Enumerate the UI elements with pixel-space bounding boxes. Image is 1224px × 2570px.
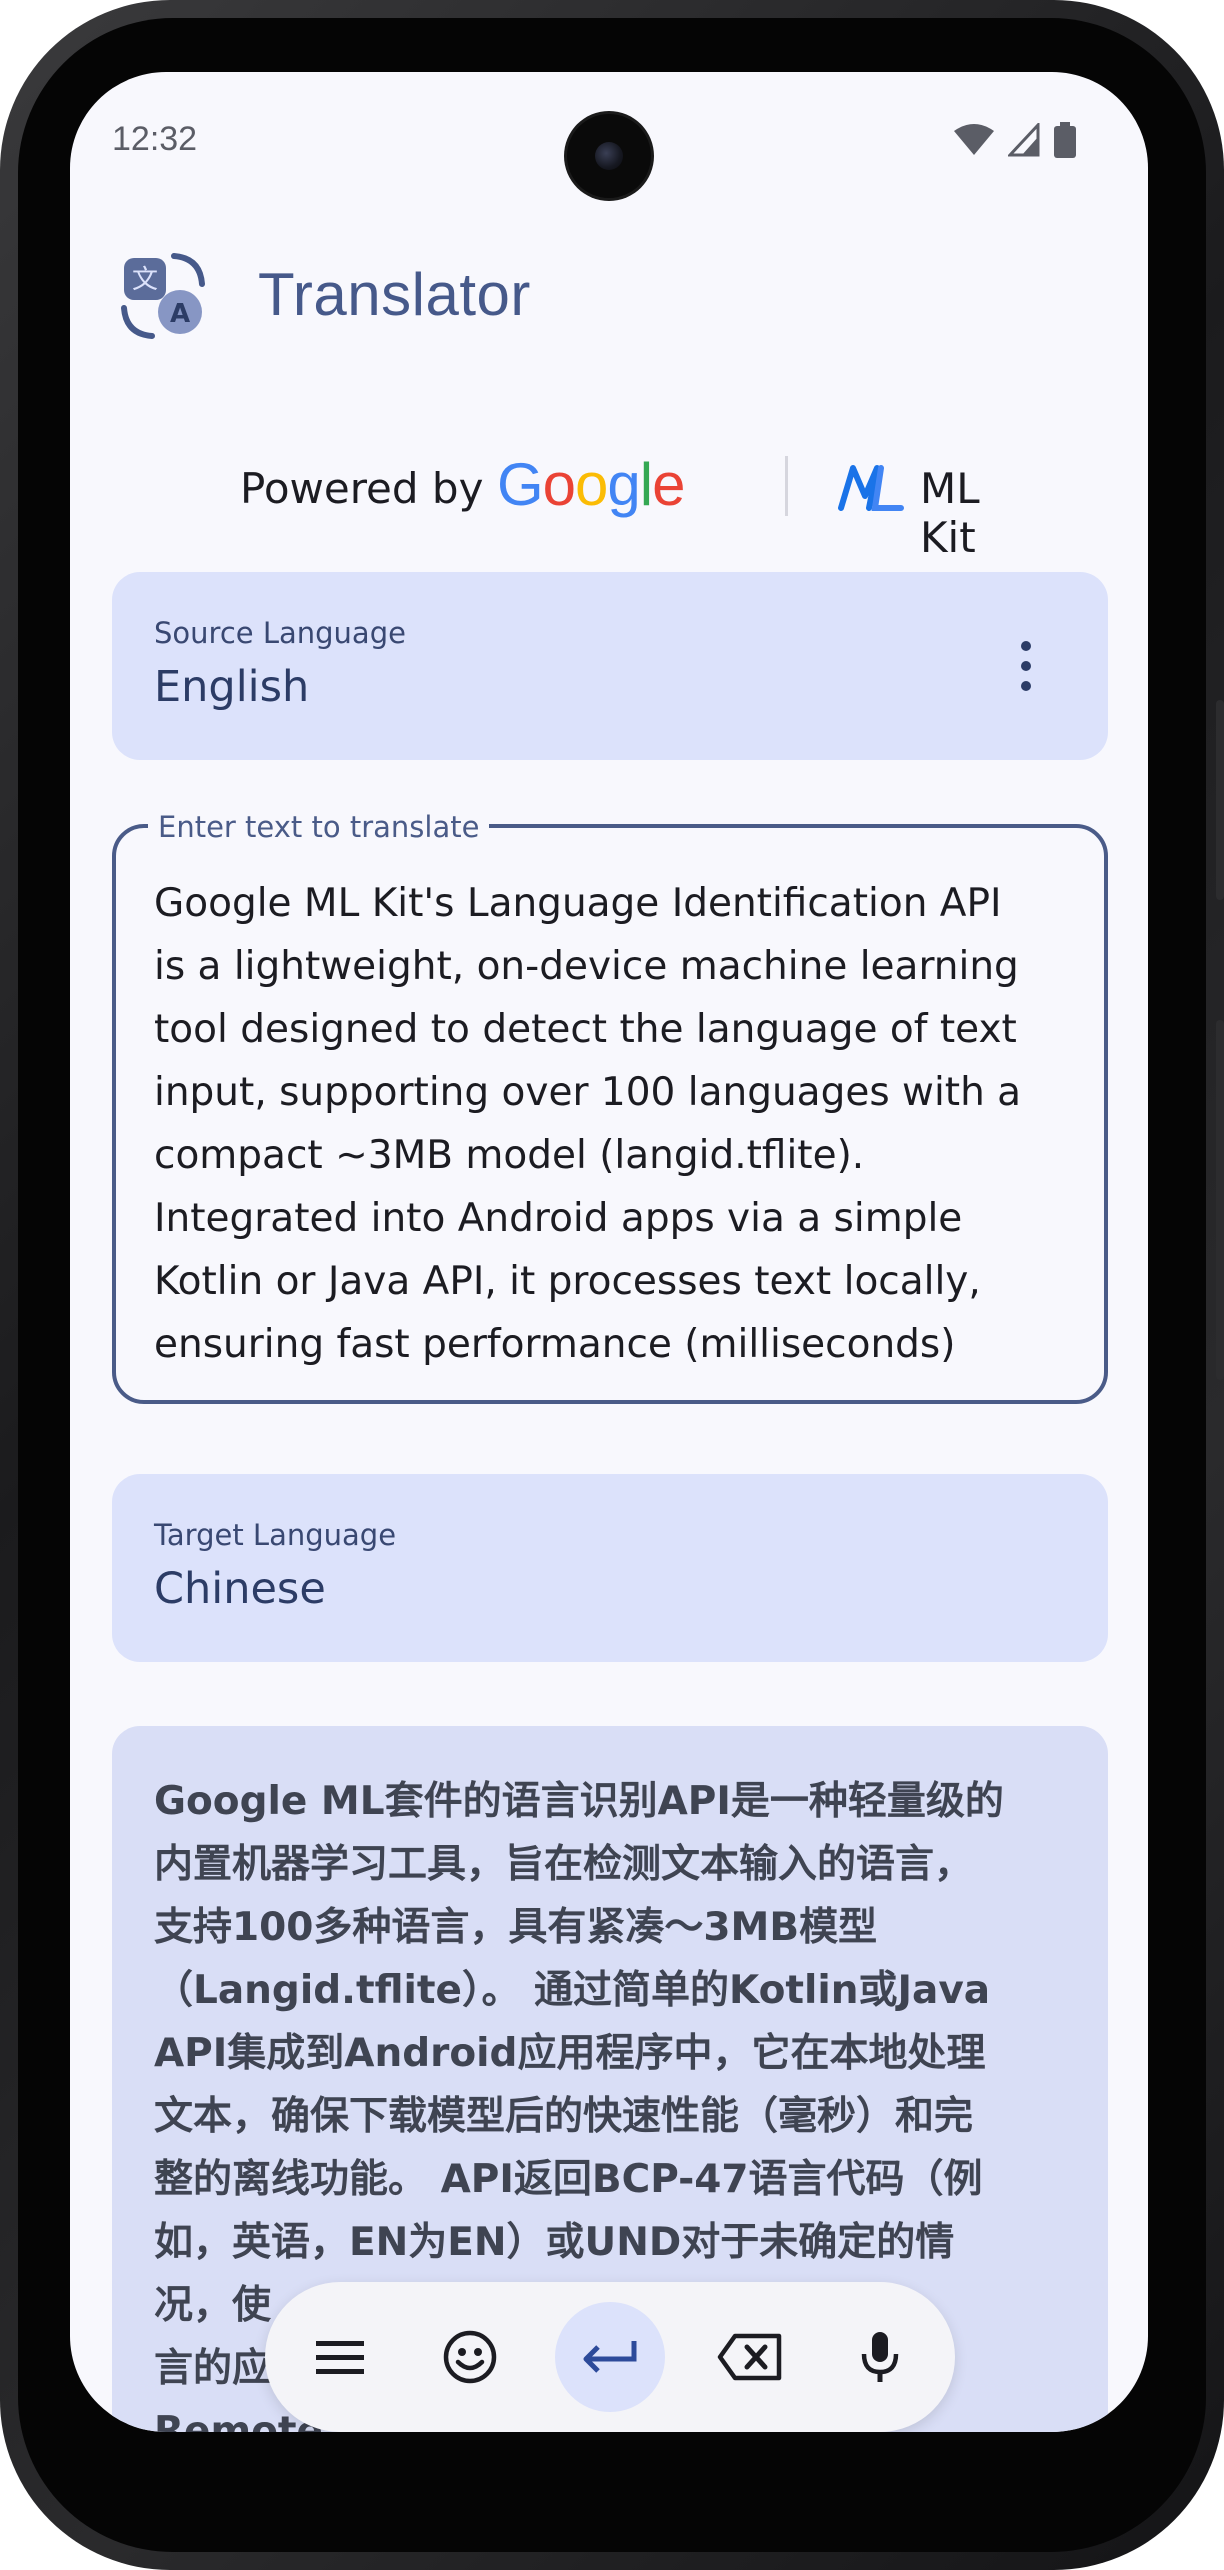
- input-line: Kotlin or Java API, it processes text lo…: [154, 1259, 981, 1304]
- keyboard-toolbar: [265, 2282, 955, 2432]
- source-language-label: Source Language: [154, 616, 406, 650]
- battery-icon: [1054, 122, 1076, 158]
- svg-text:文: 文: [132, 265, 158, 295]
- powered-by-banner: Powered by Google ML Kit: [240, 442, 1000, 562]
- volume-button: [1216, 1020, 1224, 1380]
- translate-input-field[interactable]: Enter text to translate Google ML Kit's …: [112, 810, 1108, 1404]
- result-line: 支持100多种语言，具有紧凑～3MB模型: [154, 1905, 878, 1950]
- result-line: 整的离线功能。 API返回BCP-47语言代码（例: [154, 2157, 983, 2202]
- google-logo: Google: [497, 450, 686, 519]
- enter-icon[interactable]: [555, 2302, 665, 2412]
- target-language-label: Target Language: [154, 1518, 397, 1552]
- input-line: Google ML Kit's Language Identification …: [154, 881, 1002, 926]
- result-line: 文本，确保下载模型后的快速性能（毫秒）和完: [154, 2094, 974, 2139]
- google-logo-letter: G: [497, 451, 544, 518]
- google-logo-letter: e: [652, 451, 685, 518]
- result-line: 内置机器学习工具，旨在检测文本输入的语言，: [154, 1842, 974, 1887]
- input-line: compact ~3MB model (langid.tflite).: [154, 1133, 865, 1178]
- translator-logo-icon: 文 A: [121, 253, 205, 339]
- powered-by-label: Powered by: [240, 464, 484, 513]
- front-camera: [567, 114, 651, 198]
- result-line: Google ML套件的语言识别API是一种轻量级的: [154, 1779, 1004, 1824]
- google-logo-letter: l: [639, 451, 653, 518]
- translate-input-text[interactable]: Google ML Kit's Language Identification …: [154, 872, 1074, 1376]
- result-line: 如，英语，EN为EN）或UND对于未确定的情: [154, 2220, 955, 2265]
- mlkit-label: ML Kit: [920, 464, 980, 562]
- wifi-icon: [954, 124, 994, 155]
- result-line: （Langid.tflite）。 通过简单的Kotlin或Java: [154, 1968, 991, 2013]
- status-icons: [954, 122, 1076, 158]
- status-time: 12:32: [112, 120, 198, 158]
- menu-icon[interactable]: [285, 2302, 395, 2412]
- power-button: [1216, 700, 1224, 900]
- app-title: Translator: [258, 261, 531, 328]
- input-line: tool designed to detect the language of …: [154, 1007, 1017, 1052]
- banner-divider: [785, 456, 788, 516]
- microphone-icon[interactable]: [825, 2302, 935, 2412]
- more-vert-icon[interactable]: [1020, 640, 1032, 692]
- input-line: Integrated into Android apps via a simpl…: [154, 1196, 963, 1241]
- target-language-value: Chinese: [154, 1564, 326, 1614]
- signal-icon: [1008, 123, 1040, 157]
- svg-text:A: A: [170, 299, 190, 329]
- source-language-value: English: [154, 662, 310, 712]
- translate-input-label: Enter text to translate: [148, 810, 490, 844]
- input-line: input, supporting over 100 languages wit…: [154, 1070, 1022, 1115]
- phone-frame: 12:32 文 A Translator Powered by Google M…: [0, 0, 1224, 2570]
- screen: 12:32 文 A Translator Powered by Google M…: [70, 72, 1148, 2432]
- google-logo-letter: o: [542, 451, 576, 518]
- backspace-icon[interactable]: [695, 2302, 805, 2412]
- input-line: is a lightweight, on-device machine lear…: [154, 944, 1019, 989]
- target-language-selector[interactable]: Target Language Chinese: [112, 1474, 1108, 1662]
- result-line: API集成到Android应用程序中，它在本地处理: [154, 2031, 986, 2076]
- google-logo-letter: g: [607, 451, 640, 518]
- source-language-selector[interactable]: Source Language English: [112, 572, 1108, 760]
- google-logo-letter: o: [575, 451, 608, 518]
- mlkit-logo-icon: [838, 465, 904, 511]
- input-line: ensuring fast performance (milliseconds): [154, 1322, 956, 1367]
- emoji-icon[interactable]: [415, 2302, 525, 2412]
